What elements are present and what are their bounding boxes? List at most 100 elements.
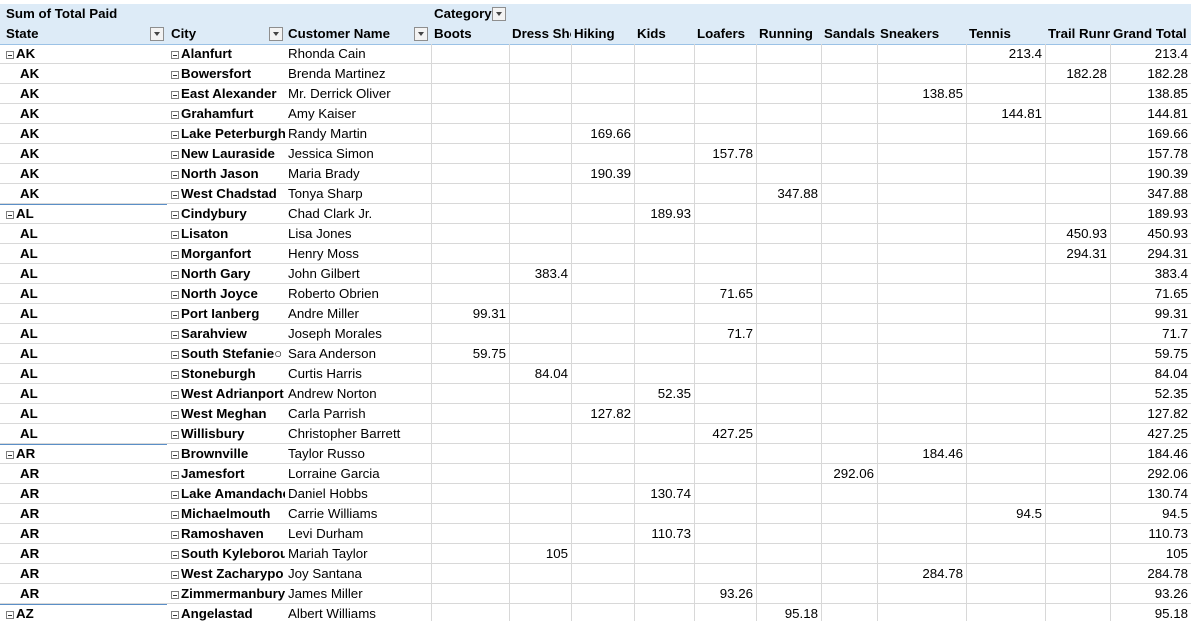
state-label: AR xyxy=(20,546,40,561)
category-filter-dropdown[interactable] xyxy=(492,7,506,21)
collapse-icon[interactable] xyxy=(171,91,179,99)
grid-line xyxy=(1110,224,1111,244)
column-header: Dress Shoes xyxy=(512,26,571,41)
collapse-icon[interactable] xyxy=(171,511,179,519)
grid-line xyxy=(509,224,510,244)
grid-line xyxy=(571,244,572,264)
grid-line xyxy=(1110,64,1111,84)
value-cell: 71.65 xyxy=(1154,286,1188,301)
collapse-icon[interactable] xyxy=(171,351,179,359)
collapse-icon[interactable] xyxy=(171,171,179,179)
collapse-icon[interactable] xyxy=(171,271,179,279)
value-cell xyxy=(571,304,634,324)
value-cell: 284.78 xyxy=(922,566,963,581)
city-label: Stoneburgh xyxy=(181,366,256,381)
grid-line xyxy=(694,544,695,564)
collapse-icon[interactable] xyxy=(171,531,179,539)
collapse-icon[interactable] xyxy=(171,331,179,339)
collapse-icon[interactable] xyxy=(171,451,179,459)
collapse-icon[interactable] xyxy=(6,611,14,619)
value-cell xyxy=(877,364,966,384)
value-cell: 383.4 xyxy=(1154,266,1188,281)
table-row: AL North Joyce Roberto Obrien 71.65 71.65 xyxy=(0,284,1191,304)
value-cell xyxy=(821,264,877,284)
collapse-icon[interactable] xyxy=(171,51,179,59)
value-cell: 292.06 xyxy=(1147,466,1188,481)
value-cell xyxy=(431,284,509,304)
city-label: South Stefanie○ xyxy=(181,346,283,361)
grid-line xyxy=(571,564,572,584)
collapse-icon[interactable] xyxy=(6,51,14,59)
collapse-icon[interactable] xyxy=(171,571,179,579)
city-label: Morganfort xyxy=(181,246,252,261)
value-cell xyxy=(694,444,756,464)
collapse-icon[interactable] xyxy=(171,371,179,379)
city-filter-dropdown[interactable] xyxy=(269,27,283,41)
collapse-icon[interactable] xyxy=(171,471,179,479)
collapse-icon[interactable] xyxy=(171,151,179,159)
collapse-icon[interactable] xyxy=(6,451,14,459)
collapse-icon[interactable] xyxy=(171,591,179,599)
customer-filter-dropdown[interactable] xyxy=(414,27,428,41)
grid-line xyxy=(694,324,695,344)
collapse-icon[interactable] xyxy=(171,291,179,299)
grid-line xyxy=(1045,404,1046,424)
grid-line xyxy=(431,344,432,364)
value-cell xyxy=(877,304,966,324)
collapse-icon[interactable] xyxy=(171,211,179,219)
grid-line xyxy=(1045,504,1046,524)
grid-line xyxy=(877,584,878,604)
value-cell: 95.18 xyxy=(784,606,818,621)
value-cell xyxy=(877,184,966,204)
value-cell xyxy=(509,184,571,204)
collapse-icon[interactable] xyxy=(171,231,179,239)
grid-line xyxy=(431,544,432,564)
value-cell xyxy=(634,604,694,621)
grid-line xyxy=(821,264,822,284)
grid-line xyxy=(571,524,572,544)
collapse-icon[interactable] xyxy=(171,431,179,439)
customer-name: Joseph Morales xyxy=(288,326,382,341)
value-cell xyxy=(966,464,1045,484)
grid-line xyxy=(966,564,967,584)
state-filter-dropdown[interactable] xyxy=(150,27,164,41)
grid-line xyxy=(431,504,432,524)
value-cell xyxy=(821,184,877,204)
value-cell xyxy=(571,484,634,504)
group-separator xyxy=(0,204,167,205)
collapse-icon[interactable] xyxy=(171,111,179,119)
value-cell: 130.74 xyxy=(1147,486,1188,501)
collapse-icon[interactable] xyxy=(6,211,14,219)
value-cell xyxy=(431,184,509,204)
value-cell xyxy=(634,264,694,284)
grid-line xyxy=(431,204,432,224)
customer-name: Levi Durham xyxy=(288,526,364,541)
value-cell xyxy=(821,104,877,124)
grid-line xyxy=(821,544,822,564)
collapse-icon[interactable] xyxy=(171,491,179,499)
state-cell: AL xyxy=(0,204,167,224)
collapse-icon[interactable] xyxy=(171,411,179,419)
grid-line xyxy=(571,204,572,224)
table-row: AR South Kyleborou Mariah Taylor 105 105 xyxy=(0,544,1191,564)
collapse-icon[interactable] xyxy=(171,131,179,139)
collapse-icon[interactable] xyxy=(171,251,179,259)
collapse-icon[interactable] xyxy=(171,311,179,319)
city-label: Sarahview xyxy=(181,326,247,341)
value-cell xyxy=(877,124,966,144)
value-cell: 144.81 xyxy=(1001,106,1042,121)
value-cell xyxy=(756,584,821,604)
collapse-icon[interactable] xyxy=(171,551,179,559)
grid-line xyxy=(1045,64,1046,84)
value-cell xyxy=(821,484,877,504)
value-cell: 189.93 xyxy=(650,206,691,221)
collapse-icon[interactable] xyxy=(171,71,179,79)
value-cell xyxy=(966,164,1045,184)
grid-line xyxy=(431,484,432,504)
collapse-icon[interactable] xyxy=(171,611,179,619)
value-cell xyxy=(634,404,694,424)
collapse-icon[interactable] xyxy=(171,391,179,399)
collapse-icon[interactable] xyxy=(171,191,179,199)
value-cell xyxy=(571,244,634,264)
state-label: AR xyxy=(20,486,40,501)
